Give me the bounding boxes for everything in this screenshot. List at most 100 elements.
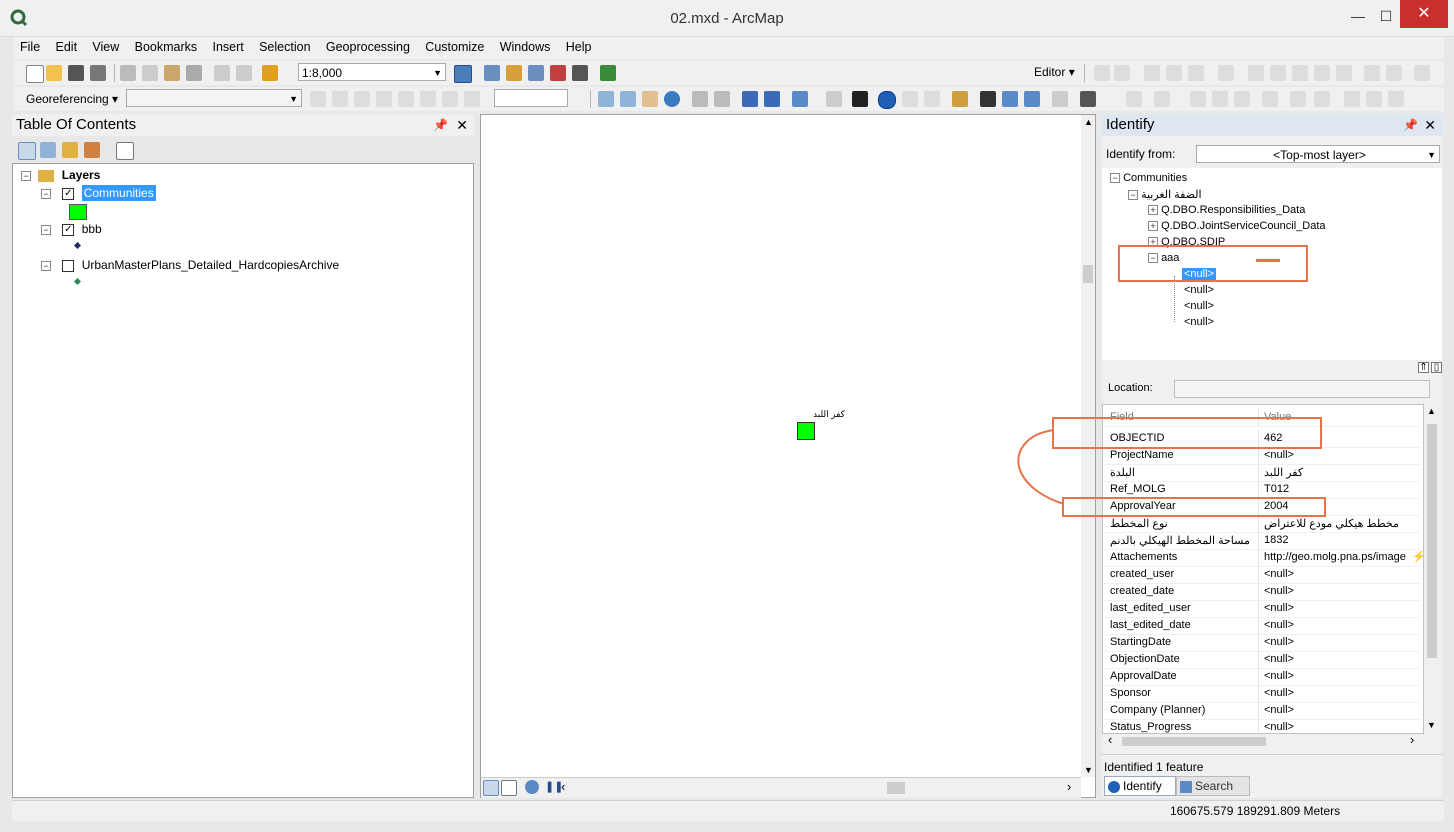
edit-tool-icon[interactable] (1094, 65, 1110, 81)
zoom-out-icon[interactable] (620, 91, 636, 107)
layer-name[interactable]: bbb (82, 222, 102, 236)
georef-layer-combo[interactable]: ▼ (126, 89, 302, 107)
menu-customize[interactable]: Customize (419, 37, 490, 57)
collapse-icon[interactable]: − (41, 188, 51, 199)
shift-georef-icon[interactable] (332, 91, 348, 107)
zoom-in-icon[interactable] (598, 91, 614, 107)
scroll-up-icon[interactable]: ▲ (1427, 406, 1436, 416)
tab-search[interactable]: Search (1176, 776, 1250, 796)
options-icon[interactable] (116, 142, 134, 160)
scale-georef-icon[interactable] (354, 91, 370, 107)
lightning-icon[interactable]: ⚡ (1412, 550, 1426, 563)
validate-topology-icon[interactable] (1190, 91, 1206, 107)
identify-close-icon[interactable]: ✕ (1424, 114, 1436, 136)
rotate-georef-icon[interactable] (310, 91, 326, 107)
tree-null-item[interactable]: <null> (1184, 284, 1214, 296)
scroll-thumb[interactable] (1427, 424, 1437, 658)
undo-icon[interactable] (214, 65, 230, 81)
rotate-tool-icon[interactable] (464, 91, 480, 107)
add-data-icon[interactable] (262, 65, 278, 81)
pin-icon[interactable]: 📌 (1403, 114, 1418, 136)
trace-icon[interactable] (1188, 65, 1204, 81)
reshape-icon[interactable] (1270, 65, 1286, 81)
attribute-row[interactable]: Company (Planner) <null> (1104, 702, 1420, 720)
attribute-row[interactable]: created_user <null> (1104, 566, 1420, 584)
clear-selection-icon[interactable] (826, 91, 842, 107)
arctoolbox-icon[interactable] (550, 65, 566, 81)
layout-view-icon[interactable] (501, 780, 517, 796)
python-window-icon[interactable] (572, 65, 588, 81)
show-shared-icon[interactable] (1314, 91, 1330, 107)
print-icon[interactable] (90, 65, 106, 81)
go-to-xy-icon[interactable] (1024, 91, 1040, 107)
scroll-thumb[interactable] (1083, 265, 1093, 283)
html-popup-icon[interactable] (924, 91, 940, 107)
layer-checkbox[interactable] (62, 259, 75, 272)
map-topology-icon[interactable] (1154, 91, 1170, 107)
expand-icon[interactable]: + (1148, 221, 1158, 232)
editor-menu[interactable]: Editor ▾ (1034, 65, 1075, 79)
more-topology-icon[interactable] (1388, 91, 1404, 107)
hyperlink-icon[interactable] (902, 91, 918, 107)
menu-bookmarks[interactable]: Bookmarks (129, 37, 204, 57)
pin-icon[interactable]: 📌 (433, 114, 448, 136)
save-icon[interactable] (68, 65, 84, 81)
scroll-right-icon[interactable]: › (1067, 779, 1071, 794)
select-elements-icon[interactable] (852, 91, 868, 107)
fixed-zoom-out-icon[interactable] (714, 91, 730, 107)
open-folder-icon[interactable] (46, 65, 62, 81)
delete-icon[interactable] (186, 65, 202, 81)
tree-feature[interactable]: − الضفة الغربية (1128, 188, 1202, 201)
attribute-row[interactable]: created_date <null> (1104, 583, 1420, 601)
toc-window-icon[interactable] (484, 65, 500, 81)
h-scroll-thumb[interactable] (1122, 736, 1266, 746)
cut-polygons-icon[interactable] (1292, 65, 1308, 81)
back-extent-icon[interactable] (742, 91, 758, 107)
attributes-icon[interactable] (1364, 65, 1380, 81)
map-feature-polygon[interactable] (797, 422, 815, 440)
menu-selection[interactable]: Selection (253, 37, 316, 57)
menu-edit[interactable]: Edit (50, 37, 84, 57)
collapse-icon[interactable]: − (21, 170, 31, 181)
link-table-icon[interactable] (442, 91, 458, 107)
redo-icon[interactable] (236, 65, 252, 81)
add-control-points-icon[interactable] (376, 91, 392, 107)
close-button[interactable]: ✕ (1400, 0, 1448, 28)
sketch-properties-icon[interactable] (1386, 65, 1402, 81)
rotate-icon[interactable] (1336, 65, 1352, 81)
georeferencing-menu[interactable]: Georeferencing ▾ (26, 92, 118, 106)
toc-layer-bbb[interactable]: − ✓ bbb (41, 222, 102, 236)
identify-from-select[interactable]: <Top-most layer> ▼ (1196, 145, 1440, 163)
create-viewer-icon[interactable] (1080, 91, 1096, 107)
refresh-icon[interactable] (525, 780, 539, 794)
tree-related-responsibilities[interactable]: + Q.DBO.Responsibilities_Data (1148, 204, 1305, 216)
shared-features-icon[interactable] (1262, 91, 1278, 107)
fixed-zoom-in-icon[interactable] (692, 91, 708, 107)
attribute-row[interactable]: last_edited_user <null> (1104, 600, 1420, 618)
select-features-icon[interactable] (792, 91, 808, 107)
toc-layer-urbanmasterplans[interactable]: − UrbanMasterPlans_Detailed_HardcopiesAr… (41, 258, 339, 272)
create-features-icon[interactable] (1414, 65, 1430, 81)
straight-segment-icon[interactable] (1144, 65, 1160, 81)
attribute-row[interactable]: ProjectName <null> (1104, 447, 1420, 465)
scale-combo[interactable]: 1:8,000 ▼ (298, 63, 446, 81)
split-pane-icon[interactable]: ▯ (1431, 362, 1442, 373)
collapse-icon[interactable]: − (1110, 173, 1120, 184)
layer-name[interactable]: Communities (81, 185, 156, 201)
expand-icon[interactable]: + (1148, 205, 1158, 216)
menu-geoprocessing[interactable]: Geoprocessing (320, 37, 416, 57)
layer-checkbox[interactable]: ✓ (62, 223, 75, 236)
menu-insert[interactable]: Insert (206, 37, 249, 57)
planarize-icon[interactable] (1366, 91, 1382, 107)
model-builder-icon[interactable] (600, 65, 616, 81)
maximize-button[interactable]: ☐ (1372, 6, 1400, 26)
attribute-row[interactable]: StartingDate <null> (1104, 634, 1420, 652)
topology-edit-icon[interactable] (1290, 91, 1306, 107)
map-view[interactable]: كفر اللبد ▲ ▼ ❚❚ ‹ › (480, 114, 1096, 798)
time-slider-icon[interactable] (1052, 91, 1068, 107)
menu-view[interactable]: View (86, 37, 125, 57)
find-icon[interactable] (980, 91, 996, 107)
toc-close-icon[interactable]: ✕ (456, 114, 468, 136)
tree-null-item[interactable]: <null> (1184, 300, 1214, 312)
scroll-up-icon[interactable]: ▲ (1084, 117, 1093, 127)
